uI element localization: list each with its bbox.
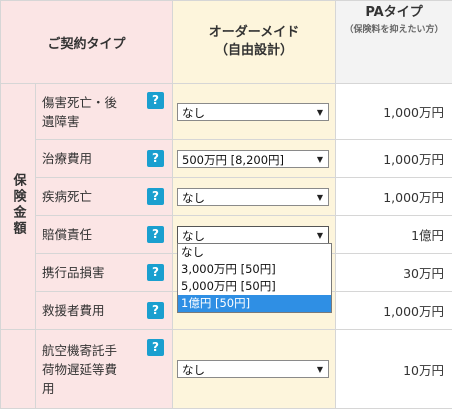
order-made-subtitle: （自由設計） <box>215 43 294 58</box>
select-value: なし <box>182 105 206 120</box>
select-value: なし <box>182 228 206 243</box>
row-label-text: 傷害死亡・後遺障害 <box>42 94 118 129</box>
om-cell: なし ▼ <box>172 329 337 409</box>
help-icon[interactable]: ? <box>147 264 165 281</box>
help-icon[interactable]: ? <box>147 150 165 167</box>
pa-type-title: PAタイプ <box>365 5 423 20</box>
row-label-text: 航空機寄託手荷物遅延等費用 <box>42 342 118 396</box>
pa-value: 1,000万円 <box>335 177 452 216</box>
select-value: 500万円 [8,200円] <box>182 152 285 167</box>
select-value: なし <box>182 190 206 205</box>
select-injury-death[interactable]: なし ▼ <box>177 102 330 121</box>
select-baggage-delay[interactable]: なし ▼ <box>177 360 330 378</box>
coverage-amount-label: 保険金額 <box>10 172 26 237</box>
om-cell: なし ▼ <box>172 83 337 140</box>
chevron-down-icon: ▼ <box>316 192 324 202</box>
help-icon[interactable]: ? <box>147 92 165 109</box>
chevron-down-icon: ▼ <box>316 154 324 164</box>
chevron-down-icon: ▼ <box>316 230 324 240</box>
chevron-down-icon: ▼ <box>316 107 324 117</box>
help-icon[interactable]: ? <box>147 226 165 243</box>
dropdown-option[interactable]: 3,000万円 [50円] <box>178 261 331 278</box>
pa-value: 1,000万円 <box>335 291 452 330</box>
order-made-title: オーダーメイド <box>208 25 300 40</box>
pa-value: 30万円 <box>335 253 452 292</box>
pa-value: 10万円 <box>335 329 452 409</box>
chevron-down-icon: ▼ <box>316 365 324 374</box>
liability-dropdown-list: なし 3,000万円 [50円] 5,000万円 [50円] 1億円 [50円] <box>177 243 332 313</box>
insurance-plan-table: ご契約タイプ オーダーメイド （自由設計） PAタイプ （保険料を抑えたい方） … <box>0 0 452 409</box>
om-cell: 500万円 [8,200円] ▼ <box>172 139 337 178</box>
row-label-rescue: 救援者費用 ? <box>34 291 174 330</box>
pa-value: 1,000万円 <box>335 139 452 178</box>
pa-type-header: PAタイプ （保険料を抑えたい方） <box>335 0 452 84</box>
row-label-illness-death: 疾病死亡 ? <box>34 177 174 216</box>
pa-type-subtitle: （保険料を抑えたい方） <box>344 25 444 35</box>
select-value: なし <box>182 363 206 377</box>
coverage-amount-group: 保険金額 <box>0 83 36 330</box>
contract-type-header: ご契約タイプ <box>0 0 174 84</box>
order-made-header: オーダーメイド （自由設計） <box>172 0 337 84</box>
pa-value: 1億円 <box>335 215 452 254</box>
group-empty-cell <box>0 329 36 409</box>
select-illness-death[interactable]: なし ▼ <box>177 187 330 206</box>
help-icon[interactable]: ? <box>147 188 165 205</box>
dropdown-option-highlighted[interactable]: 1億円 [50円] <box>178 295 331 312</box>
insurance-plan-table-container: ご契約タイプ オーダーメイド （自由設計） PAタイプ （保険料を抑えたい方） … <box>0 0 452 409</box>
help-icon[interactable]: ? <box>147 302 165 319</box>
row-label-medical: 治療費用 ? <box>34 139 174 178</box>
row-label-baggage: 携行品損害 ? <box>34 253 174 292</box>
row-label-baggage-delay: 航空機寄託手荷物遅延等費用 ? <box>34 329 174 409</box>
help-icon[interactable]: ? <box>147 339 165 356</box>
select-medical[interactable]: 500万円 [8,200円] ▼ <box>177 149 330 168</box>
pa-value: 1,000万円 <box>335 83 452 140</box>
dropdown-option[interactable]: なし <box>178 244 331 261</box>
select-liability[interactable]: なし ▼ <box>177 225 330 244</box>
row-label-liability: 賠償責任 ? <box>34 215 174 254</box>
dropdown-option[interactable]: 5,000万円 [50円] <box>178 278 331 295</box>
om-cell: なし ▼ <box>172 177 337 216</box>
row-label-injury-death: 傷害死亡・後遺障害 ? <box>34 83 174 140</box>
